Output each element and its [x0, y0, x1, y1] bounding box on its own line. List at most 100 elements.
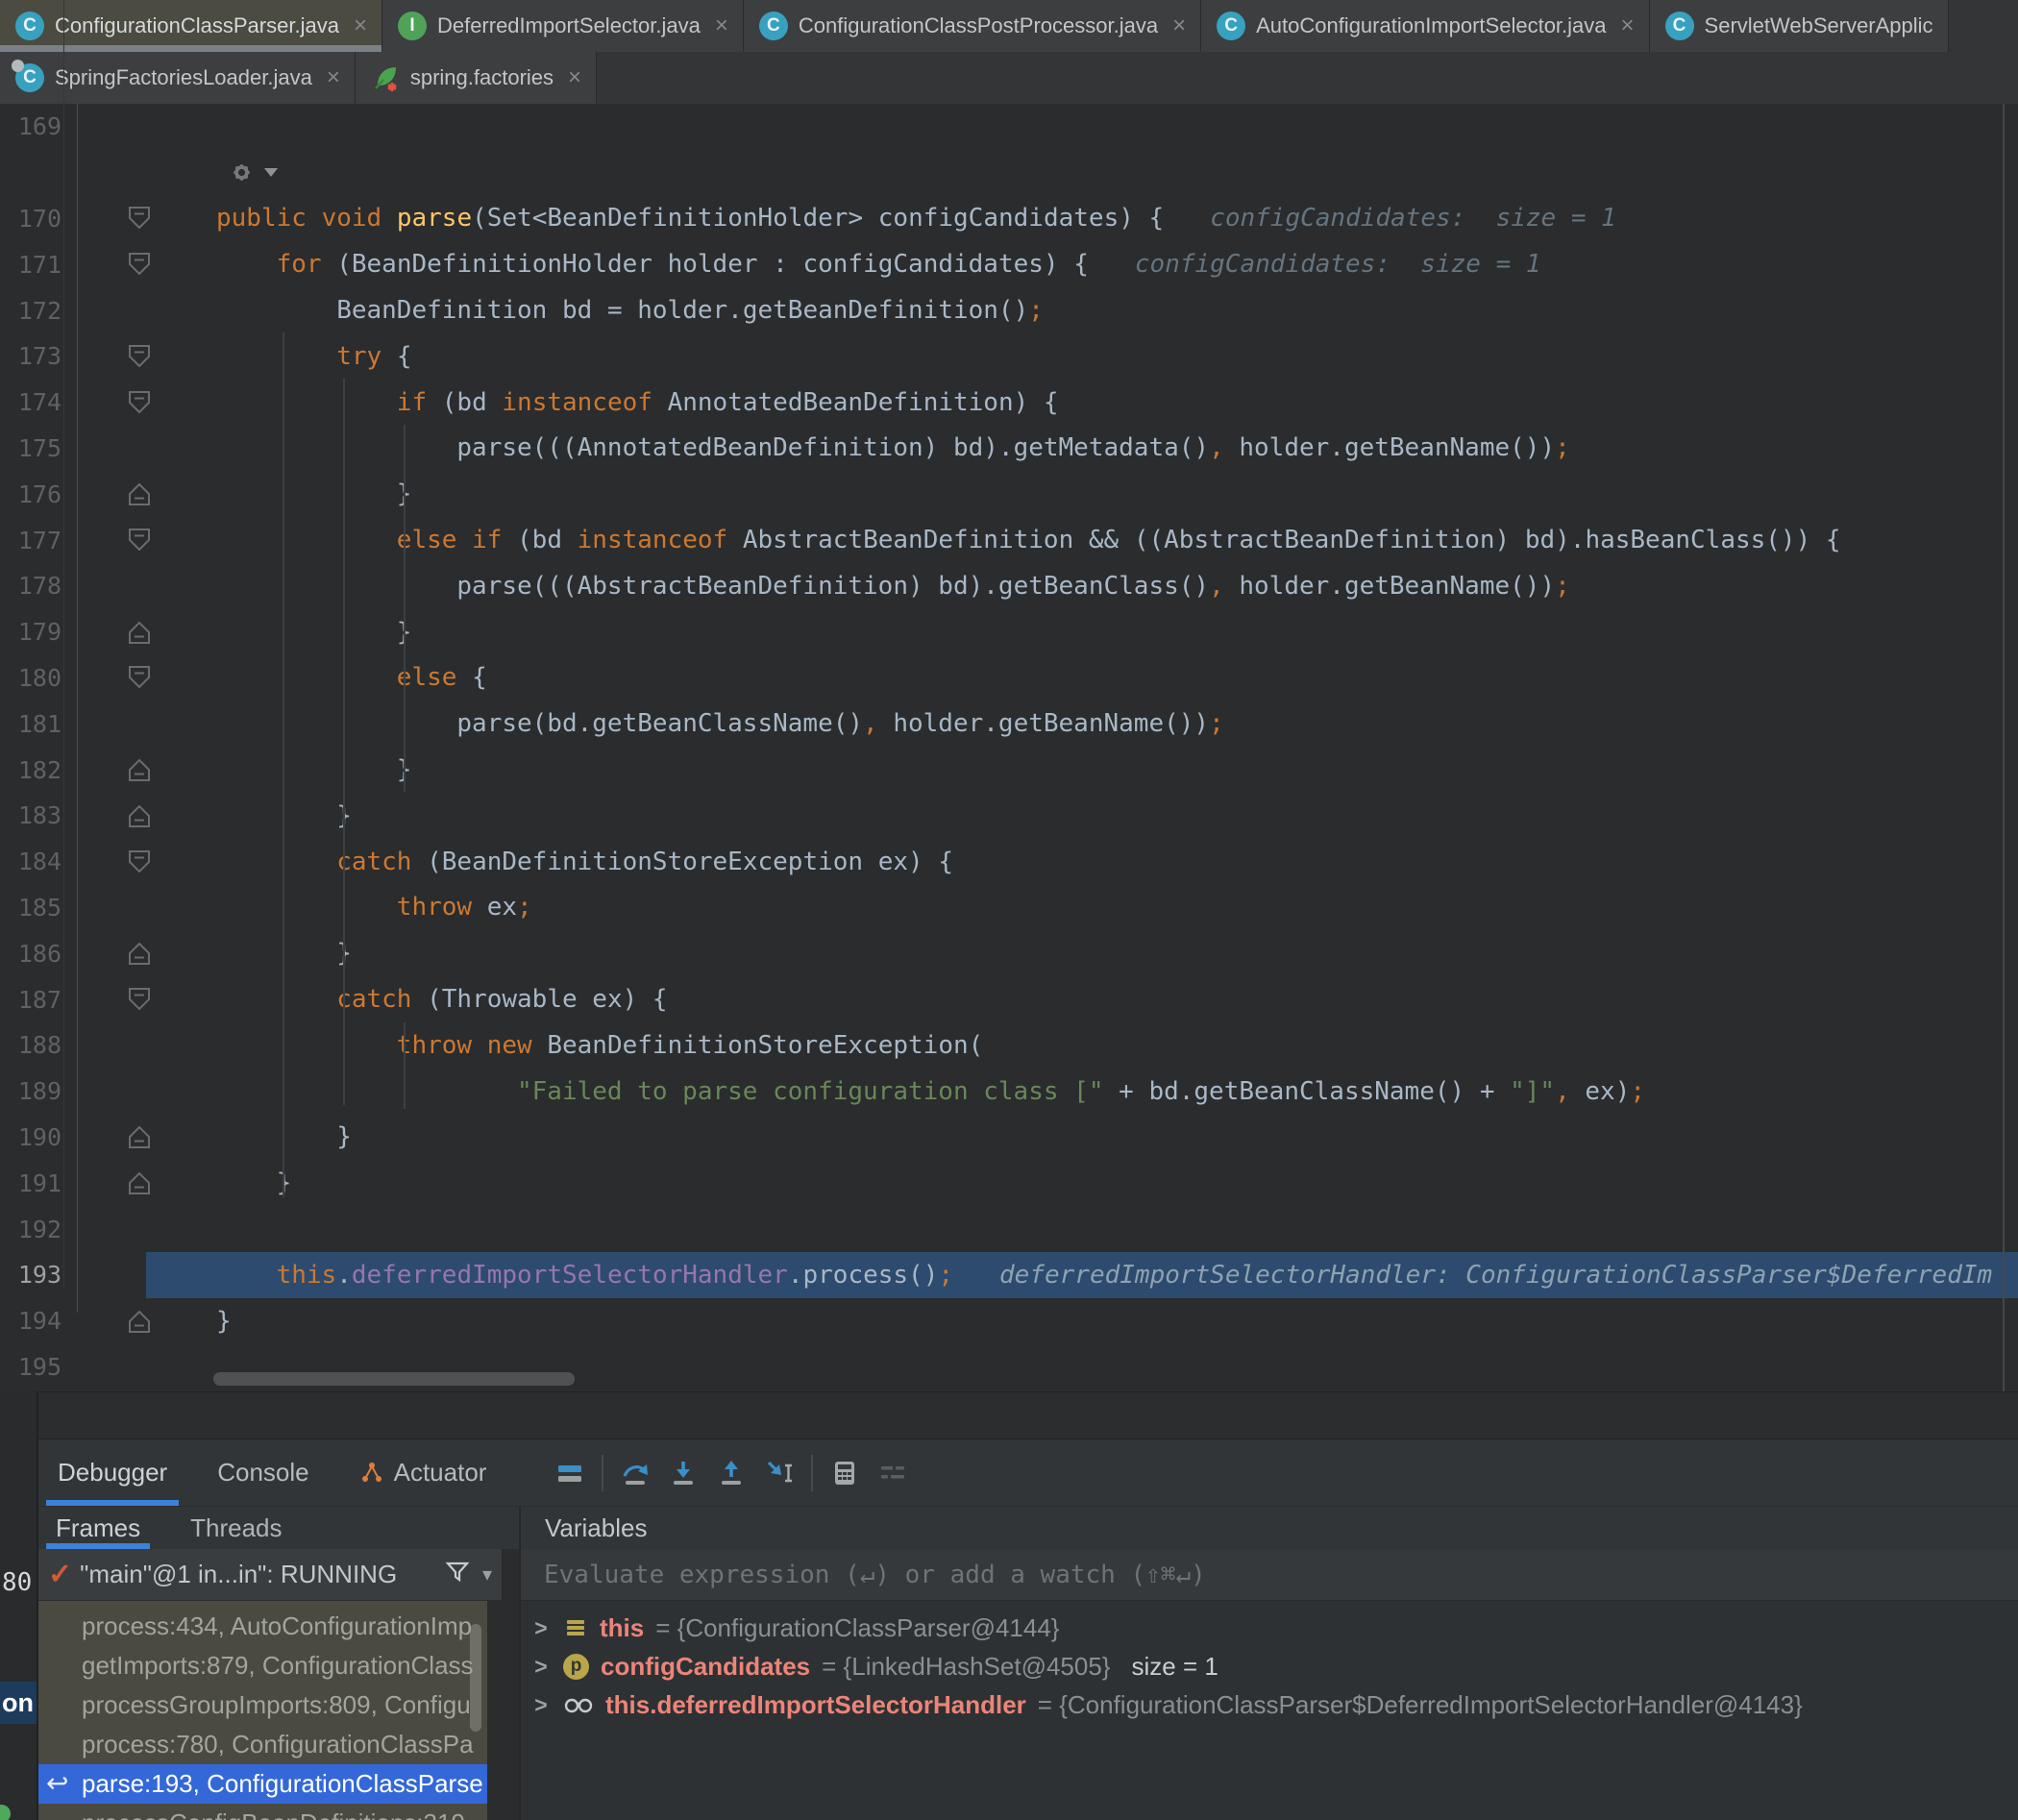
fold-collapse-icon[interactable] [127, 987, 152, 1012]
inlay-gear-icon[interactable] [228, 159, 257, 187]
chevron-down-icon[interactable]: ▾ [482, 1562, 492, 1586]
show-execution-point-icon[interactable] [555, 1459, 584, 1488]
editor-line: 189"Failed to parse configuration class … [0, 1069, 2018, 1115]
editor-tab[interactable]: CServletWebServerApplic [1650, 0, 1949, 52]
variable-row[interactable]: >this= {ConfigurationClassParser@4144} [521, 1609, 2018, 1647]
variable-name: this [600, 1613, 644, 1643]
tab-frames[interactable]: Frames [52, 1507, 144, 1549]
thread-status-check-icon: ✓ [48, 1558, 72, 1591]
code-text: else if (bd instanceof AbstractBeanDefin… [146, 526, 1841, 554]
editor-tab[interactable]: CAutoConfigurationImportSelector.java× [1201, 0, 1649, 52]
editor-tab-label: ServletWebServerApplic [1705, 13, 1933, 38]
line-number: 191 [0, 1169, 62, 1197]
filter-funnel-icon[interactable] [444, 1559, 471, 1590]
editor-tab[interactable]: CConfigurationClassParser.java× [0, 0, 382, 52]
evaluate-placeholder: Evaluate expression (↵) or add a watch (… [544, 1561, 1206, 1589]
close-icon[interactable]: × [1621, 14, 1635, 37]
editor-tab-label: ConfigurationClassPostProcessor.java [799, 13, 1158, 38]
fold-collapse-icon[interactable] [127, 528, 152, 553]
fold-collapse-icon[interactable] [127, 665, 152, 690]
fold-end-icon[interactable] [127, 1309, 152, 1334]
close-icon[interactable]: × [354, 14, 367, 37]
fold-collapse-icon[interactable] [127, 252, 152, 277]
gutter-fold-column [62, 976, 146, 1022]
code-text: BeanDefinition bd = holder.getBeanDefini… [146, 296, 1044, 325]
stack-frame[interactable]: ↩parse:193, ConfigurationClassParse [38, 1764, 487, 1804]
fold-collapse-icon[interactable] [127, 849, 152, 874]
step-into-icon[interactable] [669, 1459, 698, 1488]
gutter-fold-column [62, 655, 146, 701]
code-editor[interactable]: 169 170public void parse(Set<BeanDefiniti… [0, 104, 2018, 1391]
fold-collapse-icon[interactable] [127, 206, 152, 231]
tab-console[interactable]: Console [211, 1439, 314, 1506]
fold-collapse-icon[interactable] [127, 390, 152, 415]
editor-line: 191} [0, 1160, 2018, 1206]
toolbar-separator [811, 1455, 813, 1491]
stack-frame[interactable]: getImports:879, ConfigurationClass [38, 1646, 487, 1685]
stack-frame[interactable]: process:780, ConfigurationClassPa [38, 1725, 487, 1764]
close-icon[interactable]: × [1172, 14, 1186, 37]
expand-chevron-icon[interactable]: > [530, 1615, 552, 1641]
editor-tab-label: ConfigurationClassParser.java [55, 13, 339, 38]
code-text: } [146, 939, 352, 968]
left-strip-selection-fragment: on [0, 1682, 37, 1724]
close-icon[interactable]: × [715, 14, 728, 37]
editor-tab[interactable]: spring.factories× [356, 52, 597, 104]
panel-splitter[interactable] [0, 1391, 2018, 1439]
gutter-fold-column [62, 1344, 146, 1390]
run-to-cursor-icon[interactable] [765, 1459, 794, 1488]
fold-end-icon[interactable] [127, 803, 152, 828]
line-number: 174 [0, 388, 62, 416]
gutter-fold-column [62, 930, 146, 976]
editor-right-scrollbar-track [2003, 104, 2005, 1391]
editor-tab[interactable]: CSpringFactoriesLoader.java× [0, 52, 356, 104]
fold-collapse-icon[interactable] [127, 344, 152, 369]
code-text: throw ex; [146, 893, 532, 922]
editor-line: 172BeanDefinition bd = holder.getBeanDef… [0, 287, 2018, 333]
tab-debugger[interactable]: Debugger [52, 1439, 173, 1506]
editor-tab[interactable]: IDeferredImportSelector.java× [382, 0, 744, 52]
variable-row[interactable]: >this.deferredImportSelectorHandler= {Co… [521, 1685, 2018, 1724]
chevron-down-icon[interactable] [264, 168, 278, 177]
stack-frame[interactable]: processGroupImports:809, Configu [38, 1685, 487, 1725]
step-out-icon[interactable] [717, 1459, 746, 1488]
editor-tab-label: AutoConfigurationImportSelector.java [1256, 13, 1606, 38]
expand-chevron-icon[interactable]: > [530, 1692, 552, 1718]
line-number: 169 [0, 112, 62, 140]
tab-actuator[interactable]: Actuator [354, 1439, 493, 1506]
tab-threads[interactable]: Threads [186, 1507, 285, 1549]
editor-line: 170public void parse(Set<BeanDefinitionH… [0, 196, 2018, 242]
editor-tab[interactable]: CConfigurationClassPostProcessor.java× [744, 0, 1201, 52]
evaluate-expression-input[interactable]: Evaluate expression (↵) or add a watch (… [521, 1549, 2018, 1601]
line-number: 186 [0, 940, 62, 968]
gutter-fold-column [62, 885, 146, 931]
close-icon[interactable]: × [568, 66, 581, 89]
spring-leaf-icon [371, 63, 400, 92]
tab-actuator-label: Actuator [394, 1458, 487, 1488]
variable-row[interactable]: >pconfigCandidates= {LinkedHashSet@4505}… [521, 1647, 2018, 1685]
editor-line: 186} [0, 930, 2018, 976]
expand-chevron-icon[interactable]: > [530, 1654, 552, 1680]
editor-line: 181parse(bd.getBeanClassName(), holder.g… [0, 701, 2018, 747]
watch-glasses-icon [563, 1693, 594, 1716]
horizontal-scrollbar[interactable] [213, 1372, 575, 1386]
evaluate-expression-icon[interactable] [830, 1459, 859, 1488]
fold-end-icon[interactable] [127, 620, 152, 645]
thread-selector[interactable]: ✓ "main"@1 in...in": RUNNING ▾ [38, 1549, 502, 1601]
fold-end-icon[interactable] [127, 481, 152, 506]
editor-line: 177else if (bd instanceof AbstractBeanDe… [0, 517, 2018, 563]
class-file-pinned-icon: C [15, 63, 44, 92]
fold-end-icon[interactable] [127, 1170, 152, 1195]
fold-end-icon[interactable] [127, 757, 152, 782]
stack-frame[interactable]: processConfigBeanDefinitions:319 [38, 1804, 487, 1820]
editor-line: 173try { [0, 333, 2018, 380]
stack-frame[interactable]: process:434, AutoConfigurationImp [38, 1607, 487, 1646]
fold-end-icon[interactable] [127, 1124, 152, 1149]
close-icon[interactable]: × [327, 66, 340, 89]
gutter-fold-column [62, 1115, 146, 1161]
fold-end-icon[interactable] [127, 941, 152, 966]
stack-frame-label: parse:193, ConfigurationClassParse [82, 1769, 483, 1799]
step-over-icon[interactable] [621, 1459, 650, 1488]
debugger-inline-hint: configCandidates: size = 1 [1135, 250, 1541, 279]
gutter-fold-column [62, 104, 146, 150]
